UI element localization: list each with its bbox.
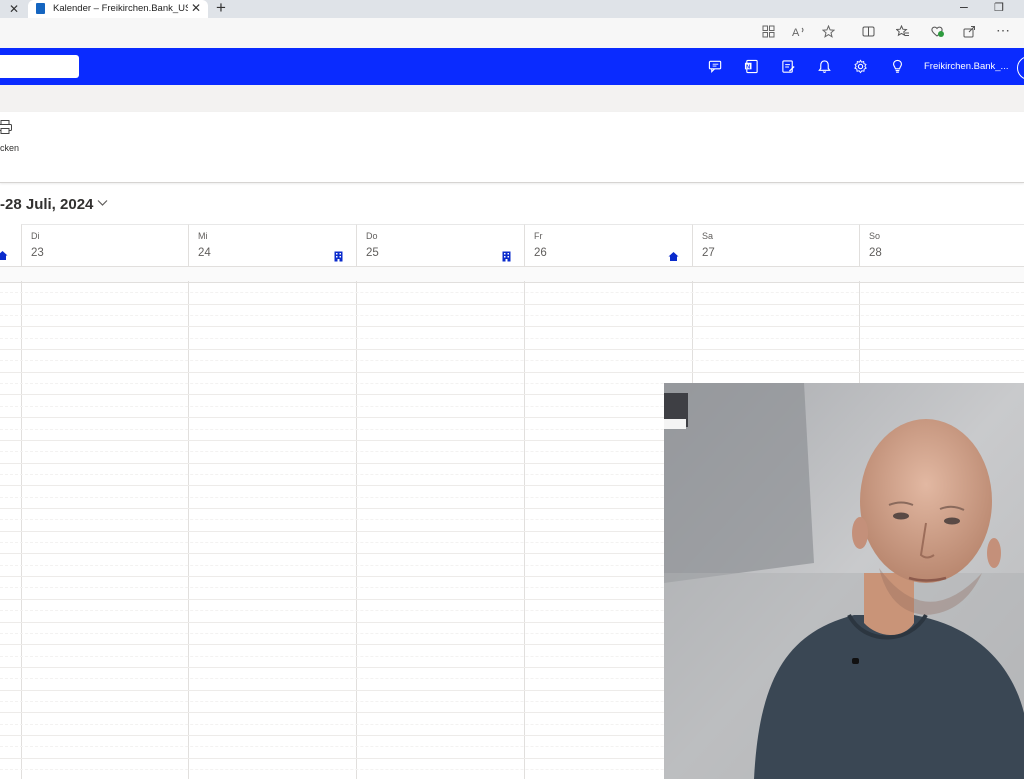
to-do-icon[interactable] <box>778 57 798 77</box>
app-header: N Freikirchen.Bank_... <box>0 48 1024 85</box>
chevron-down-icon[interactable] <box>97 198 108 210</box>
time-slot-line <box>0 304 1024 305</box>
day-column-mi[interactable] <box>188 281 189 779</box>
day-header-mi[interactable]: Mi 24 <box>188 224 357 267</box>
home-icon <box>0 248 8 260</box>
search-input[interactable] <box>0 55 79 78</box>
browser-tab-strip: ✕ Kalender – Freikirchen.Bank_USER ✕ + –… <box>0 0 1024 18</box>
time-slot-line <box>0 372 1024 373</box>
minimize-window-button[interactable]: – <box>960 0 968 14</box>
svg-text:A: A <box>792 27 800 38</box>
day-header-sa[interactable]: Sa 27 <box>692 224 860 267</box>
apps-icon[interactable] <box>762 25 775 41</box>
day-name: So <box>869 231 881 241</box>
day-column-fr[interactable] <box>524 281 525 779</box>
day-name: Di <box>31 231 40 241</box>
new-tab-button[interactable]: + <box>216 0 226 18</box>
home-icon <box>668 249 679 261</box>
day-header-do[interactable]: Do 25 <box>356 224 525 267</box>
account-name[interactable]: Freikirchen.Bank_... <box>924 61 1008 72</box>
active-tab[interactable]: Kalender – Freikirchen.Bank_USER ✕ <box>28 0 208 18</box>
tab-title: Kalender – Freikirchen.Bank_USER <box>53 3 188 14</box>
time-slot-line <box>0 315 1024 316</box>
favorites-icon[interactable] <box>895 24 910 41</box>
day-name: Fr <box>534 231 543 241</box>
day-number: 27 <box>702 247 715 259</box>
presenter-image <box>664 383 1024 779</box>
ribbon <box>0 112 1024 183</box>
day-name: Sa <box>702 231 714 241</box>
browser-toolbar: A ⋯ <box>0 18 1024 48</box>
tips-lightbulb-icon[interactable] <box>887 57 907 77</box>
day-column-do[interactable] <box>356 281 357 779</box>
previous-tab[interactable]: ✕ <box>0 0 28 18</box>
more-options-icon[interactable]: ⋯ <box>996 22 1010 39</box>
close-tab-icon[interactable]: ✕ <box>9 2 19 16</box>
day-number: 24 <box>198 247 211 259</box>
day-name: Do <box>366 231 378 241</box>
teams-chat-icon[interactable] <box>705 57 725 77</box>
printer-icon[interactable] <box>0 119 13 140</box>
favorite-star-icon[interactable] <box>821 24 836 41</box>
notifications-bell-icon[interactable] <box>814 57 834 77</box>
day-header-fr[interactable]: Fr 26 <box>524 224 693 267</box>
onenote-icon[interactable]: N <box>741 57 761 77</box>
day-number: 25 <box>366 247 379 259</box>
time-slot-line <box>0 292 1024 293</box>
calendar-favicon-icon <box>36 3 45 14</box>
browser-essentials-icon[interactable] <box>930 25 945 41</box>
settings-gear-icon[interactable] <box>850 57 870 77</box>
read-aloud-icon[interactable]: A <box>792 25 806 41</box>
time-slot-line <box>0 326 1024 327</box>
time-slot-line <box>0 349 1024 350</box>
date-range-title[interactable]: -28 Juli, 2024 <box>0 196 93 213</box>
share-icon[interactable] <box>963 25 976 41</box>
time-slot-line <box>0 338 1024 339</box>
office-building-icon <box>501 249 512 262</box>
command-bar <box>0 85 1024 113</box>
svg-text:N: N <box>746 64 750 70</box>
office-building-icon <box>333 249 344 262</box>
print-button-label[interactable]: cken <box>0 143 19 153</box>
close-tab-icon[interactable]: ✕ <box>191 1 201 15</box>
avatar[interactable] <box>1017 56 1024 80</box>
day-number: 28 <box>869 247 882 259</box>
split-screen-icon[interactable] <box>862 25 875 41</box>
day-number: 23 <box>31 247 44 259</box>
restore-window-button[interactable]: ❐ <box>994 1 1004 14</box>
day-header-so[interactable]: So 28 <box>859 224 1024 267</box>
day-column-di[interactable] <box>21 281 22 779</box>
day-header-di[interactable]: Di 23 <box>21 224 189 267</box>
day-name: Mi <box>198 231 208 241</box>
day-number: 26 <box>534 247 547 259</box>
time-slot-line <box>0 360 1024 361</box>
webcam-video <box>664 383 1024 779</box>
all-day-row[interactable] <box>0 266 1024 283</box>
